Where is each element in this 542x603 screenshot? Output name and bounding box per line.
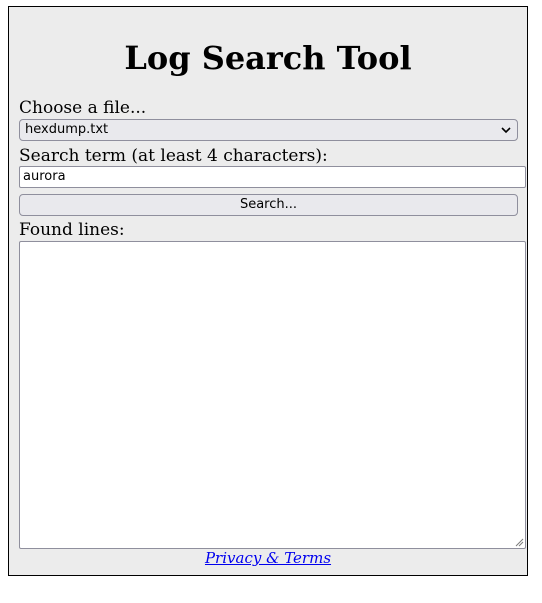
file-select-label: Choose a file... — [19, 98, 147, 118]
file-select-value: hexdump.txt — [25, 122, 109, 137]
resize-grip-icon[interactable] — [514, 537, 524, 547]
found-lines-textarea[interactable] — [19, 241, 526, 549]
search-term-label: Search term (at least 4 characters): — [19, 146, 328, 166]
footer: Privacy & Terms — [9, 549, 527, 567]
search-input[interactable]: aurora — [19, 166, 526, 188]
chevron-down-icon — [501, 127, 511, 134]
search-button[interactable]: Search... — [19, 194, 518, 216]
main-panel: Log Search Tool Choose a file... hexdump… — [8, 6, 528, 576]
found-lines-label: Found lines: — [19, 220, 125, 240]
file-select[interactable]: hexdump.txt — [19, 119, 518, 141]
page-title: Log Search Tool — [124, 39, 412, 77]
privacy-terms-link[interactable]: Privacy & Terms — [205, 549, 331, 567]
